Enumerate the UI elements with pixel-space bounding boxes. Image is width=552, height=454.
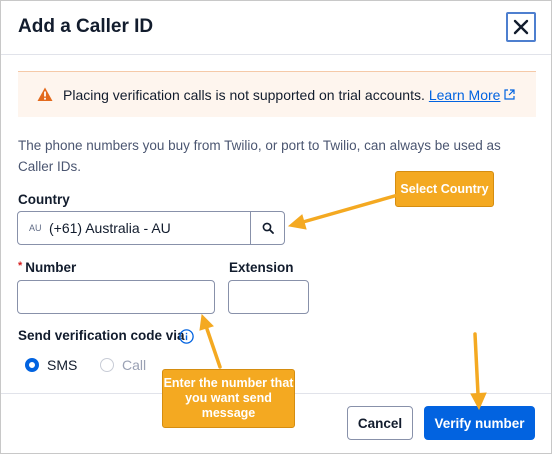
number-input[interactable] — [17, 280, 215, 314]
external-link-icon[interactable] — [504, 89, 516, 100]
number-label: * Number — [18, 260, 77, 275]
country-search-button[interactable] — [250, 212, 284, 244]
dialog-title: Add a Caller ID — [18, 16, 154, 37]
method-call-label: Call — [122, 357, 147, 373]
enter-number-callout: Enter the number that you want send mess… — [162, 369, 295, 428]
country-code: AU — [29, 223, 42, 233]
dialog-header: Add a Caller ID — [1, 1, 551, 55]
arrow-to-number — [199, 313, 222, 369]
send-via-label: Send verification code via — [18, 328, 185, 343]
close-icon — [513, 19, 529, 35]
extension-label: Extension — [229, 260, 294, 275]
method-call-radio[interactable]: Call — [100, 357, 146, 373]
radio-selected-indicator — [25, 358, 39, 372]
learn-more-link[interactable]: Learn More — [429, 87, 501, 103]
alert-message: Placing verification calls is not suppor… — [63, 86, 425, 103]
cancel-button[interactable]: Cancel — [347, 406, 413, 440]
extension-input[interactable] — [228, 280, 309, 314]
dialog: Add a Caller ID Placing verification cal… — [0, 0, 552, 454]
select-country-callout: Select Country — [395, 171, 494, 207]
verify-number-button[interactable]: Verify number — [424, 406, 535, 440]
method-sms-radio[interactable]: SMS — [25, 357, 77, 373]
info-icon[interactable] — [179, 329, 194, 349]
arrow-to-country — [287, 193, 400, 230]
method-sms-label: SMS — [47, 357, 78, 373]
warning-icon — [37, 87, 53, 102]
search-icon — [262, 222, 274, 234]
country-select[interactable]: AU (+61) Australia - AU — [17, 211, 285, 245]
radio-unselected-indicator — [100, 358, 114, 372]
close-button[interactable] — [506, 12, 536, 42]
country-value: (+61) Australia - AU — [49, 220, 171, 236]
required-mark: * — [18, 260, 23, 272]
country-label: Country — [18, 192, 70, 207]
trial-warning-alert: Placing verification calls is not suppor… — [18, 71, 536, 117]
